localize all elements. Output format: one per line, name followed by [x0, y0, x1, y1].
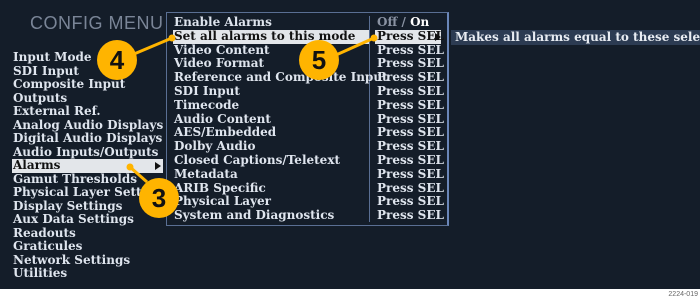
callout-5-dot: [370, 34, 378, 42]
callout-4-leader: [133, 36, 173, 56]
callout-4: 4: [97, 40, 137, 80]
callout-3-dot: [126, 163, 134, 171]
callout-4-dot: [168, 34, 176, 42]
callout-5-leader: [335, 36, 375, 57]
instrument-screen: CONFIG MENU Input Mode SDI Input Composi…: [0, 0, 700, 289]
callout-3: 3: [139, 178, 179, 218]
figure-id: 2224-019: [668, 291, 698, 298]
callout-5: 5: [299, 40, 339, 80]
